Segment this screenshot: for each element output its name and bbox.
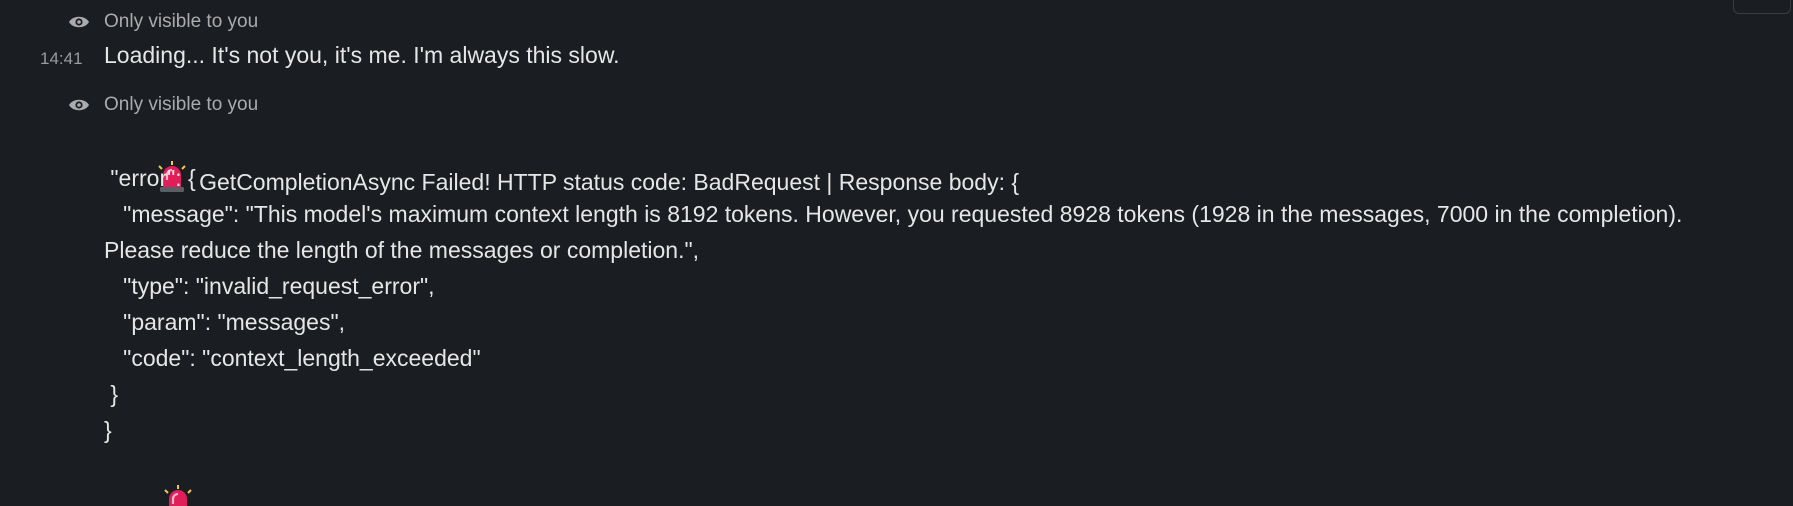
trailing-emoji-line bbox=[104, 448, 1784, 506]
json-line: } bbox=[104, 381, 119, 407]
police-light-siren-icon bbox=[164, 485, 192, 506]
message-timestamp[interactable]: 14:41 bbox=[40, 49, 83, 69]
message-actions-button[interactable] bbox=[1733, 0, 1791, 14]
visibility-label: Only visible to you bbox=[104, 11, 259, 32]
json-line: } bbox=[104, 417, 112, 443]
visibility-label: Only visible to you bbox=[104, 94, 259, 115]
message-text: Loading... It's not you, it's me. I'm al… bbox=[104, 42, 620, 68]
error-message-body: GetCompletionAsync Failed! HTTP status c… bbox=[104, 124, 1784, 506]
json-line: "message": "This model's maximum context… bbox=[104, 201, 1683, 227]
visibility-notice: Only visible to you bbox=[68, 91, 258, 119]
visibility-notice: Only visible to you bbox=[68, 8, 258, 36]
json-line: "param": "messages", bbox=[104, 309, 346, 335]
error-header-text: GetCompletionAsync Failed! HTTP status c… bbox=[199, 169, 1020, 195]
json-line: "type": "invalid_request_error", bbox=[104, 273, 435, 299]
json-line: Please reduce the length of the messages… bbox=[104, 237, 700, 263]
error-header-line: GetCompletionAsync Failed! HTTP status c… bbox=[104, 124, 1784, 195]
json-line: "code": "context_length_exceeded" bbox=[104, 345, 481, 371]
eye-icon bbox=[69, 99, 89, 111]
slack-message-pane: Only visible to you 14:41 Loading... It'… bbox=[0, 0, 1793, 506]
eye-icon bbox=[69, 16, 89, 28]
